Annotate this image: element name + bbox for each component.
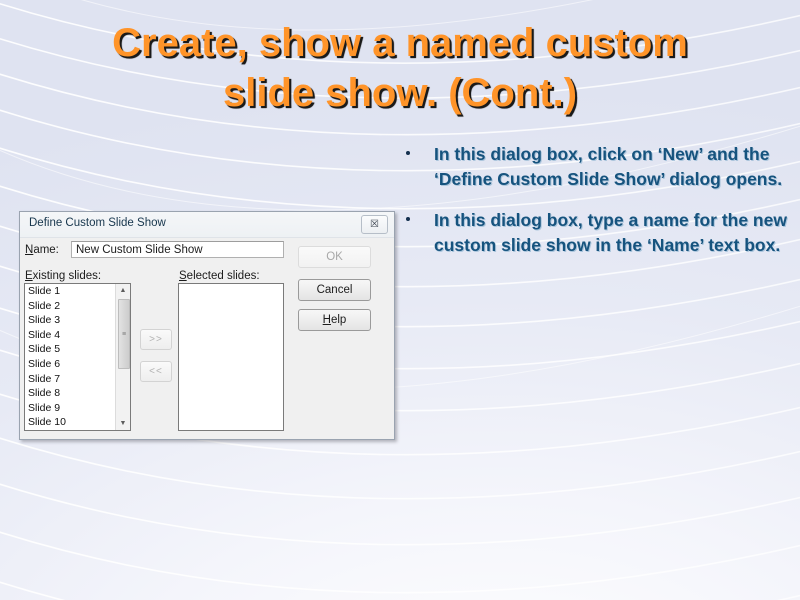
existing-label-accelerator: E <box>25 270 33 282</box>
scroll-down-arrow-icon[interactable]: ▼ <box>116 417 130 430</box>
selected-label-rest: elected slides: <box>186 270 260 282</box>
add-slide-button[interactable]: >> <box>140 329 172 350</box>
list-item[interactable]: Slide 10 <box>25 415 117 430</box>
bullet-text: In this dialog box, click on ‘New’ and t… <box>434 144 783 189</box>
ok-button[interactable]: OK <box>298 246 371 268</box>
bullet-dot-icon <box>406 151 410 155</box>
slide-title-line-2: slide show. (Cont.) <box>222 71 578 115</box>
slide-title: Create, show a named custom slide show. … <box>40 18 760 118</box>
help-label-accelerator: H <box>322 314 331 326</box>
list-item[interactable]: Slide 4 <box>25 328 117 343</box>
slide-body-bullets: In this dialog box, click on ‘New’ and t… <box>398 142 790 274</box>
list-item: In this dialog box, type a name for the … <box>398 208 790 258</box>
help-label-rest: elp <box>330 314 347 326</box>
existing-label-rest: xisting slides: <box>32 270 102 282</box>
selected-label-accelerator: S <box>179 270 187 282</box>
help-button[interactable]: Help <box>298 309 371 331</box>
name-label: Name: <box>25 244 59 256</box>
dialog-titlebar[interactable]: Define Custom Slide Show ☒ <box>20 212 394 238</box>
dialog-title: Define Custom Slide Show <box>29 217 166 229</box>
list-item[interactable]: Slide 1 <box>25 284 117 299</box>
list-item[interactable]: Slide 8 <box>25 386 117 401</box>
existing-slides-label: Existing slides: <box>25 270 101 282</box>
list-item: In this dialog box, click on ‘New’ and t… <box>398 142 790 192</box>
name-input[interactable]: New Custom Slide Show <box>71 241 284 258</box>
close-icon-glyph: ☒ <box>370 218 379 230</box>
close-icon[interactable]: ☒ <box>361 215 388 234</box>
list-item[interactable]: Slide 7 <box>25 372 117 387</box>
cancel-button[interactable]: Cancel <box>298 279 371 301</box>
scrollbar-thumb[interactable]: ≡ <box>118 299 130 369</box>
slide-title-line-1: Create, show a named custom <box>112 21 688 65</box>
selected-slides-listbox[interactable] <box>178 283 284 431</box>
existing-slides-items: Slide 1 Slide 2 Slide 3 Slide 4 Slide 5 Slide… <box>25 284 117 430</box>
existing-slides-scrollbar[interactable]: ▲ ≡ ▼ <box>115 284 130 430</box>
presentation-slide: Create, show a named custom slide show. … <box>0 0 800 600</box>
list-item[interactable]: Slide 2 <box>25 299 117 314</box>
bullet-dot-icon <box>406 217 410 221</box>
existing-slides-listbox[interactable]: Slide 1 Slide 2 Slide 3 Slide 4 Slide 5 Slide… <box>24 283 131 431</box>
scroll-up-arrow-icon[interactable]: ▲ <box>116 284 130 297</box>
list-item[interactable]: Slide 9 <box>25 401 117 416</box>
name-label-rest: ame: <box>33 244 59 256</box>
list-item[interactable]: Slide 5 <box>25 342 117 357</box>
remove-slide-button[interactable]: << <box>140 361 172 382</box>
list-item[interactable]: Slide 6 <box>25 357 117 372</box>
selected-slides-label: Selected slides: <box>179 270 260 282</box>
bullet-text: In this dialog box, type a name for the … <box>434 210 787 255</box>
list-item[interactable]: Slide 3 <box>25 313 117 328</box>
